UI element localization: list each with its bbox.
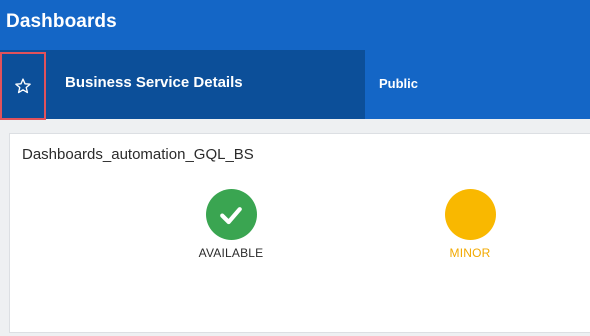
status-minor: MINOR xyxy=(420,189,520,260)
page-title: Business Service Details xyxy=(65,74,243,91)
status-label-available: AVAILABLE xyxy=(198,246,264,260)
app-header: Dashboards xyxy=(0,0,590,50)
status-indicator-minor xyxy=(444,189,496,240)
star-outline-icon xyxy=(15,78,31,94)
status-label-minor: MINOR xyxy=(449,246,491,260)
business-service-card: Dashboards_automation_GQL_BS AVAILABLE M… xyxy=(9,133,590,333)
status-available: AVAILABLE xyxy=(181,189,281,260)
visibility-panel: Public xyxy=(365,50,590,119)
visibility-label: Public xyxy=(379,76,419,91)
status-indicator-available xyxy=(205,189,257,240)
favorite-button[interactable] xyxy=(0,52,46,120)
app-title: Dashboards xyxy=(6,11,117,32)
card-title: Dashboards_automation_GQL_BS xyxy=(22,146,254,163)
checkmark-icon xyxy=(220,206,242,224)
